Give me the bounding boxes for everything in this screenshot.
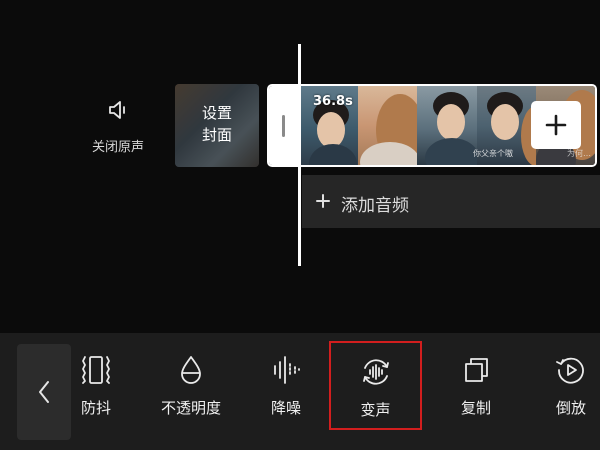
clip-trim-handle[interactable] xyxy=(269,86,299,165)
tool-label: 防抖 xyxy=(80,399,111,417)
clip-watermark: 你父亲个嗷 xyxy=(473,149,513,158)
tool-voice-change[interactable]: 变声 xyxy=(329,341,422,430)
reverse-play-icon xyxy=(525,353,600,389)
clip-watermark-2: 为何… xyxy=(567,149,591,158)
set-cover-button[interactable]: 设置 封面 xyxy=(175,84,259,167)
tool-noise-reduction[interactable]: 降噪 xyxy=(240,353,332,427)
tool-label: 复制 xyxy=(460,399,491,417)
tool-copy[interactable]: 复制 xyxy=(430,353,522,427)
plus-icon xyxy=(545,114,567,136)
add-audio-label: 添加音频 xyxy=(341,196,409,216)
clip-thumbnail xyxy=(417,86,477,165)
clip-duration: 36.8s xyxy=(313,94,353,109)
tool-opacity[interactable]: 不透明度 xyxy=(145,353,237,427)
clip-thumbnail xyxy=(358,86,418,165)
tool-label: 降噪 xyxy=(270,399,301,417)
set-cover-label: 设置 封面 xyxy=(201,104,232,144)
noise-reduction-icon xyxy=(240,353,332,389)
plus-icon xyxy=(316,194,330,208)
mute-original-sound-button[interactable]: 关闭原声 xyxy=(88,98,148,155)
tool-reverse-play[interactable]: 倒放 xyxy=(525,353,600,427)
speaker-icon xyxy=(106,101,130,126)
copy-icon xyxy=(430,353,522,389)
add-clip-button[interactable] xyxy=(531,101,581,149)
tool-label: 倒放 xyxy=(555,399,586,417)
grip-icon xyxy=(282,115,285,137)
tool-label: 变声 xyxy=(360,401,391,419)
anti-shake-icon xyxy=(50,353,142,389)
opacity-drop-icon xyxy=(145,353,237,389)
voice-change-icon xyxy=(331,355,420,391)
tool-label: 不透明度 xyxy=(160,399,221,417)
playhead[interactable] xyxy=(298,44,301,266)
add-audio-button[interactable]: 添加音频 xyxy=(302,175,600,228)
mute-original-label: 关闭原声 xyxy=(91,140,144,155)
tool-anti-shake[interactable]: 防抖 xyxy=(50,353,142,427)
bottom-toolbar: 防抖 不透明度 降噪 变声 复制 倒放 xyxy=(0,333,600,450)
